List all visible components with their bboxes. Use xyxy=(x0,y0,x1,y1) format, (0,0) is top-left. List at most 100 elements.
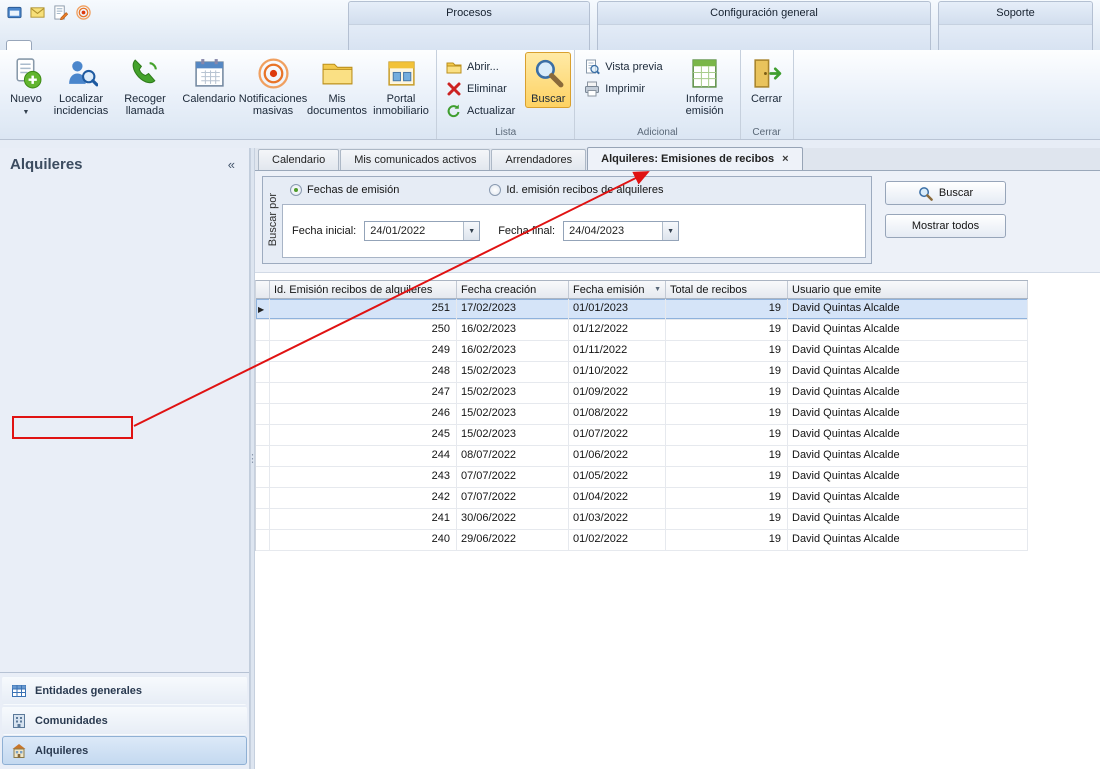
sidebar-item[interactable] xyxy=(0,200,249,220)
mis-documentos-button[interactable]: Mis documentos xyxy=(305,52,369,120)
sidebar-item[interactable] xyxy=(0,540,249,560)
eliminar-button[interactable]: Eliminar xyxy=(444,80,521,98)
sidebar-item[interactable] xyxy=(0,440,249,460)
sidebar-item[interactable] xyxy=(0,520,249,540)
ribbon-tab[interactable] xyxy=(84,40,110,50)
ribbon-tab[interactable] xyxy=(371,41,391,50)
document-tab[interactable]: Arrendadores × xyxy=(491,149,586,170)
nuevo-button[interactable]: Nuevo ▼ xyxy=(3,52,49,122)
column-header-usuario[interactable]: Usuario que emite xyxy=(788,281,1028,298)
collapse-sidebar-icon[interactable]: « xyxy=(224,157,239,172)
grid-row[interactable]: ▶ 244 08/07/2022 01/06/2022 19 David Qui… xyxy=(256,446,1028,467)
notificaciones-masivas-button[interactable]: Notificaciones masivas xyxy=(241,52,305,120)
recoger-llamada-button[interactable]: Recoger llamada xyxy=(113,52,177,120)
grid-row[interactable]: ▶ 245 15/02/2023 01/07/2022 19 David Qui… xyxy=(256,425,1028,446)
actualizar-button[interactable]: Actualizar xyxy=(444,102,521,120)
radio-option[interactable]: Fechas de emisión xyxy=(290,184,399,196)
sidebar-item[interactable] xyxy=(0,220,249,240)
grid-row[interactable]: ▶ 243 07/07/2022 01/05/2022 19 David Qui… xyxy=(256,467,1028,488)
sidebar-item[interactable] xyxy=(0,420,249,440)
grid-row[interactable]: ▶ 250 16/02/2023 01/12/2022 19 David Qui… xyxy=(256,320,1028,341)
buscar-button[interactable]: Buscar xyxy=(885,181,1006,205)
sidebar-item[interactable] xyxy=(0,620,249,640)
imprimir-button[interactable]: Imprimir xyxy=(582,80,668,98)
ribbon-tab[interactable] xyxy=(941,41,961,50)
column-header-fecha-creacion[interactable]: Fecha creación xyxy=(457,281,569,298)
app-window-icon[interactable] xyxy=(4,2,24,22)
dropdown-icon[interactable]: ▼ xyxy=(463,222,479,240)
sidebar-item[interactable] xyxy=(0,360,249,380)
ribbon-tab[interactable] xyxy=(32,40,58,50)
sidebar-item[interactable] xyxy=(0,340,249,360)
column-header-total-recibos[interactable]: Total de recibos xyxy=(666,281,788,298)
mail-icon[interactable] xyxy=(27,2,47,22)
sidebar-item[interactable] xyxy=(0,460,249,480)
broadcast-icon[interactable] xyxy=(73,2,93,22)
document-tab[interactable]: Calendario × xyxy=(258,149,339,170)
fecha-final-value[interactable]: 24/04/2023 xyxy=(564,222,662,240)
ribbon-tab[interactable] xyxy=(391,41,411,50)
sidebar-item[interactable] xyxy=(0,480,249,500)
grid-row[interactable]: ▶ 251 17/02/2023 01/01/2023 19 David Qui… xyxy=(256,299,1028,320)
grid-row[interactable]: ▶ 248 15/02/2023 01/10/2022 19 David Qui… xyxy=(256,362,1028,383)
ribbon-tab[interactable] xyxy=(58,40,84,50)
cerrar-button[interactable]: Cerrar xyxy=(744,52,790,108)
close-tab-icon[interactable]: × xyxy=(782,153,788,165)
vista-previa-button[interactable]: Vista previa xyxy=(582,58,668,76)
cell-fecha-emision: 01/07/2022 xyxy=(569,425,666,445)
mostrar-todos-button[interactable]: Mostrar todos xyxy=(885,214,1006,238)
sidebar-item-list xyxy=(0,180,249,640)
abrir-button[interactable]: Abrir... xyxy=(444,58,521,76)
ribbon-tab[interactable] xyxy=(6,40,32,50)
grid-row[interactable]: ▶ 241 30/06/2022 01/03/2022 19 David Qui… xyxy=(256,509,1028,530)
grid-row[interactable]: ▶ 246 15/02/2023 01/08/2022 19 David Qui… xyxy=(256,404,1028,425)
cell-fecha-emision: 01/04/2022 xyxy=(569,488,666,508)
fecha-inicial-value[interactable]: 24/01/2022 xyxy=(365,222,463,240)
buscar-ribbon-button[interactable]: Buscar xyxy=(525,52,571,108)
radio-option[interactable]: Id. emisión recibos de alquileres xyxy=(489,184,663,196)
ribbon-tab[interactable] xyxy=(640,41,660,50)
sidebar-item[interactable] xyxy=(0,260,249,280)
sidebar-item[interactable] xyxy=(0,560,249,580)
entidades-generales-button[interactable]: Entidades generales xyxy=(2,676,247,705)
sidebar-item[interactable] xyxy=(0,300,249,320)
grid-row[interactable]: ▶ 249 16/02/2023 01/11/2022 19 David Qui… xyxy=(256,341,1028,362)
sidebar-item[interactable] xyxy=(0,240,249,260)
ribbon-tab[interactable] xyxy=(620,41,640,50)
ribbon-tab[interactable] xyxy=(961,41,981,50)
button-label: Imprimir xyxy=(605,83,645,95)
column-header-fecha-emision[interactable]: Fecha emisión ▼ xyxy=(569,281,666,298)
dropdown-icon: ▼ xyxy=(23,107,30,119)
edit-note-icon[interactable] xyxy=(50,2,70,22)
grid-row[interactable]: ▶ 240 29/06/2022 01/02/2022 19 David Qui… xyxy=(256,530,1028,551)
fecha-inicial-combo[interactable]: 24/01/2022 ▼ xyxy=(364,221,480,241)
dropdown-icon[interactable]: ▼ xyxy=(662,222,678,240)
localizar-incidencias-button[interactable]: Localizar incidencias xyxy=(49,52,113,120)
sidebar-item[interactable] xyxy=(0,280,249,300)
button-label: Vista previa xyxy=(605,61,662,73)
document-tab[interactable]: Mis comunicados activos × xyxy=(340,149,490,170)
informe-emision-button[interactable]: Informe emisión xyxy=(673,52,737,120)
sidebar-item[interactable] xyxy=(0,500,249,520)
portal-inmobiliario-button[interactable]: Portal inmobiliario xyxy=(369,52,433,120)
row-indicator-cell: ▶ xyxy=(256,509,270,529)
grid-row[interactable]: ▶ 247 15/02/2023 01/09/2022 19 David Qui… xyxy=(256,383,1028,404)
sidebar-item[interactable] xyxy=(0,180,249,200)
sort-desc-icon: ▼ xyxy=(650,286,661,293)
calendario-button[interactable]: Calendario xyxy=(177,52,241,108)
sidebar-item[interactable] xyxy=(0,600,249,620)
sidebar-item[interactable] xyxy=(0,400,249,420)
document-tab[interactable]: Alquileres: Emisiones de recibos × xyxy=(587,147,802,170)
sidebar-item[interactable] xyxy=(0,380,249,400)
ribbon-tab[interactable] xyxy=(600,41,620,50)
grid-row[interactable]: ▶ 242 07/07/2022 01/04/2022 19 David Qui… xyxy=(256,488,1028,509)
column-header-id-emision[interactable]: Id. Emisión recibos de alquileres xyxy=(270,281,457,298)
ribbon-tab[interactable] xyxy=(351,41,371,50)
fecha-final-combo[interactable]: 24/04/2023 ▼ xyxy=(563,221,679,241)
sidebar-item[interactable] xyxy=(0,320,249,340)
sidebar-item[interactable] xyxy=(0,580,249,600)
alquileres-button[interactable]: Alquileres xyxy=(2,736,247,765)
comunidades-button[interactable]: Comunidades xyxy=(2,706,247,735)
cell-fecha-emision: 01/09/2022 xyxy=(569,383,666,403)
cell-fecha-creacion: 15/02/2023 xyxy=(457,425,569,445)
